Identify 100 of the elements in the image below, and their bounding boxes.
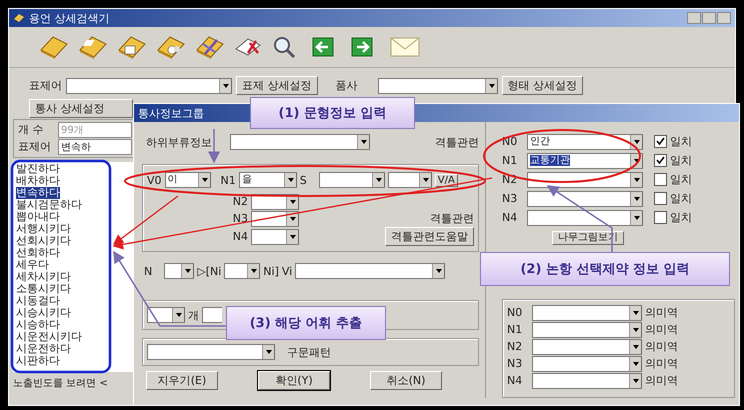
field-label: 구문패턴 (287, 344, 331, 360)
dropdown[interactable]: 인간 (527, 134, 643, 150)
settings-button[interactable]: 통사 상세설정 (29, 99, 133, 118)
slot-label: N4 (507, 374, 524, 387)
book-icon[interactable] (195, 34, 225, 60)
checkbox[interactable] (654, 192, 667, 205)
slot-label: N3 (507, 357, 524, 370)
toggle-button[interactable]: V/A (434, 174, 458, 186)
list-item[interactable]: 시승시키다 (16, 307, 71, 319)
list-item[interactable]: 시판하다 (16, 355, 60, 367)
dialog-button[interactable]: 취소(N) (370, 371, 442, 390)
list-item[interactable]: 불시검문하다 (16, 199, 82, 211)
dropdown[interactable] (224, 263, 260, 279)
window-title: 용언 상세검색기 (29, 10, 110, 26)
list-item[interactable]: 시운전시키다 (16, 331, 82, 343)
checkbox-label: 일치 (670, 134, 692, 149)
list-item[interactable]: 변속하다 (16, 187, 60, 199)
field-label: 표제어 (29, 78, 62, 93)
tree-view-button[interactable]: 나무그림보기 (552, 231, 624, 245)
caret-icon (629, 322, 642, 336)
slot-label: N4 (502, 211, 518, 224)
dropdown[interactable]: 이 (164, 172, 211, 188)
list-item[interactable]: 선회하다 (16, 247, 60, 259)
checkbox-label: 일치 (670, 153, 692, 168)
caret-icon (630, 134, 643, 148)
caret-icon (629, 374, 642, 388)
count-field: 99개 (58, 122, 132, 138)
slot-label: V0 (147, 174, 162, 186)
checkbox-label: 일치 (670, 210, 692, 225)
caret-icon (630, 192, 643, 206)
slot-label: S (300, 174, 307, 186)
caret-icon (262, 345, 275, 359)
list-item[interactable]: 시동걸다 (16, 295, 60, 307)
list-item[interactable]: 세우다 (16, 259, 49, 271)
section-label: 격틀관련 (435, 134, 479, 150)
dropdown[interactable]: 교통기관 (527, 152, 643, 168)
role-label: 의미역 (645, 356, 678, 371)
caret-icon (372, 173, 385, 187)
field-label: 품사 (336, 78, 358, 93)
callout: (2) 논항 선택제약 정보 입력 (480, 252, 730, 286)
slot-label: N3 (232, 212, 248, 225)
checkbox-label: 일치 (670, 172, 692, 187)
field-label: 하위부류정보 (146, 134, 212, 150)
callout: (3) 해당 어휘 추출 (226, 306, 386, 340)
dialog-button[interactable]: 지우기(E) (146, 371, 218, 390)
hint-text: 노출빈도를 보려면 < (13, 377, 109, 390)
help-button[interactable]: 격틀관련도움말 (385, 227, 474, 246)
role-label: 의미역 (645, 322, 678, 337)
list-item[interactable]: 뽑아내다 (16, 211, 60, 223)
list-item[interactable]: 시승하다 (16, 319, 60, 331)
book-icon[interactable] (156, 34, 186, 60)
field-label: 표제어 (18, 139, 52, 155)
role-label: 의미역 (645, 305, 678, 320)
caret-icon (629, 340, 642, 354)
checkbox[interactable] (654, 173, 667, 186)
list-item[interactable]: 시운전하다 (16, 343, 71, 355)
slot-label: N3 (502, 192, 518, 205)
list-item[interactable]: 선회시키다 (16, 235, 71, 247)
caret-icon (418, 173, 432, 187)
caret-icon (198, 173, 211, 187)
caret-icon (432, 264, 446, 278)
dialog-button[interactable]: 확인(Y) (258, 371, 330, 390)
caret-icon (629, 306, 642, 320)
slot-label: Vi (282, 264, 292, 278)
window-title: 통사정보그룹 (138, 106, 204, 120)
role-label: 의미역 (645, 339, 678, 354)
book-icon[interactable] (117, 34, 147, 60)
bracket-label: Ni] (263, 264, 279, 278)
list-item[interactable]: 소통시키다 (16, 283, 71, 295)
caret-icon (629, 356, 642, 370)
app-icon (13, 12, 25, 24)
list-item[interactable]: 배차하다 (16, 175, 60, 187)
caret-icon (247, 264, 260, 278)
dropdown[interactable] (164, 263, 194, 279)
slot-label: N2 (507, 340, 524, 353)
settings-button[interactable]: 형태 상세설정 (502, 76, 583, 95)
unit-label: 개 (188, 308, 199, 322)
book-icon[interactable] (39, 34, 69, 60)
checkbox[interactable] (654, 135, 667, 148)
settings-button[interactable]: 표제 상세설정 (236, 76, 318, 95)
checkbox[interactable] (654, 211, 667, 224)
slot-label: N4 (232, 230, 248, 243)
input-field[interactable] (202, 307, 222, 323)
dropdown[interactable]: 을 (238, 172, 297, 188)
field-label: 개 수 (18, 122, 44, 138)
search-icon[interactable] (271, 35, 297, 59)
slot-label: N0 (507, 306, 524, 319)
list-item[interactable]: 서행시키다 (16, 223, 71, 235)
caret-icon (484, 78, 498, 92)
slot-label: N1 (507, 323, 524, 336)
book-icon[interactable] (78, 34, 108, 60)
slot-label: N1 (502, 154, 518, 167)
slot-label: N (144, 264, 152, 278)
role-label: 의미역 (645, 373, 678, 388)
checkbox[interactable] (654, 154, 667, 167)
list-item[interactable]: 세차시키다 (16, 271, 71, 283)
slot-label: N1 (220, 174, 236, 186)
headword-field: 변속하 (58, 139, 132, 155)
list-item[interactable]: 발진하다 (16, 163, 60, 175)
caret-icon (286, 230, 299, 244)
